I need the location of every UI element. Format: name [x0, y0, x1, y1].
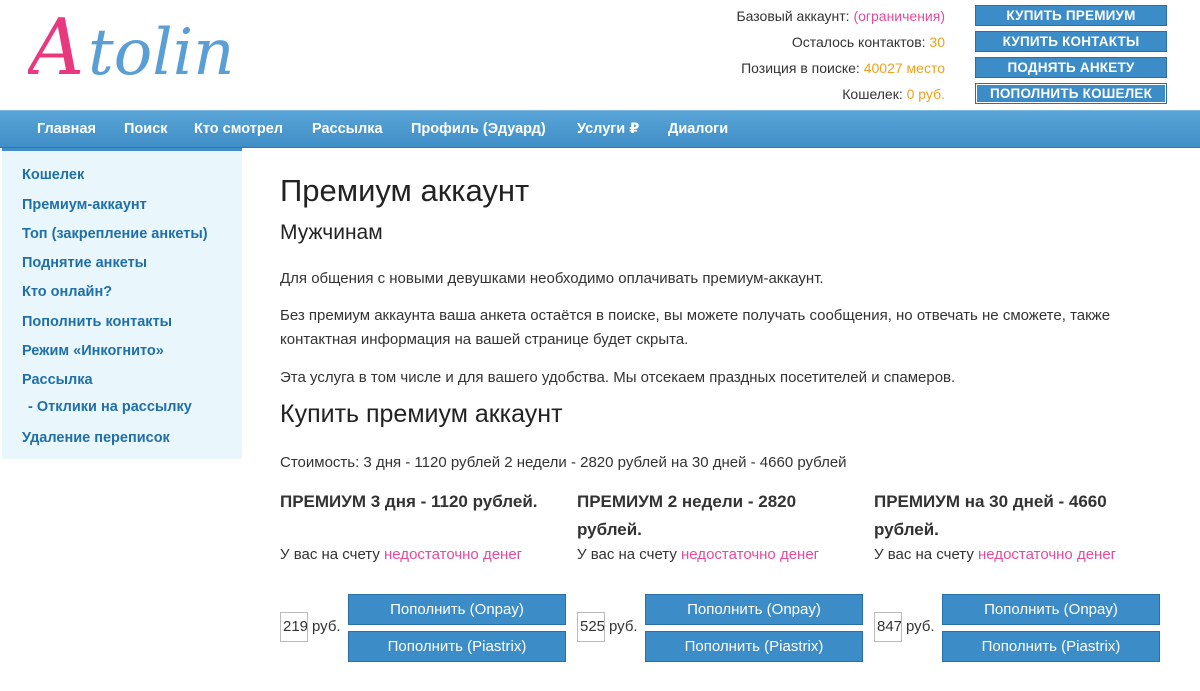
- pay-piastrix-button[interactable]: Пополнить (Piastrix): [348, 631, 566, 662]
- nav-home[interactable]: Главная: [37, 121, 96, 137]
- amount-input[interactable]: 219: [280, 612, 308, 642]
- wallet-row: Кошелек: 0 руб. ПОПОЛНИТЬ КОШЕЛЕК: [560, 83, 1200, 107]
- raise-profile-button[interactable]: ПОДНЯТЬ АНКЕТУ: [975, 57, 1167, 78]
- restrictions-paragraph: Без премиум аккаунта ваша анкета остаётс…: [280, 307, 1111, 348]
- pay-onpay-button[interactable]: Пополнить (Onpay): [942, 594, 1160, 625]
- currency-label: руб.: [609, 618, 638, 635]
- sidebar: Кошелек Премиум-аккаунт Топ (закрепление…: [2, 148, 242, 459]
- payment-row-30-days: 847 руб. Пополнить (Onpay) Пополнить (Pi…: [874, 594, 1169, 666]
- intro-paragraph: Для общения с новыми девушками необходим…: [280, 270, 824, 287]
- buy-premium-button[interactable]: КУПИТЬ ПРЕМИУМ: [975, 5, 1167, 26]
- sidebar-item-raise[interactable]: Поднятие анкеты: [22, 255, 147, 271]
- atolin-logo[interactable]: A tolin: [28, 2, 328, 94]
- sidebar-item-online[interactable]: Кто онлайн?: [22, 284, 112, 300]
- payment-row-2-weeks: 525 руб. Пополнить (Onpay) Пополнить (Pi…: [577, 594, 872, 666]
- nav-dialogs[interactable]: Диалоги: [668, 121, 728, 137]
- benefit-paragraph: Эта услуга в том числе и для вашего удоб…: [280, 369, 956, 386]
- sidebar-item-premium[interactable]: Премиум-аккаунт: [22, 197, 147, 213]
- nav-services[interactable]: Услуги ₽: [577, 121, 639, 137]
- offer-2-weeks: ПРЕМИУМ 2 недели - 2820 рублей. У вас на…: [577, 488, 837, 563]
- limitations-link[interactable]: (ограничения): [853, 8, 945, 24]
- nav-visitors[interactable]: Кто смотрел: [194, 121, 283, 137]
- amount-input[interactable]: 525: [577, 612, 605, 642]
- sidebar-item-contacts[interactable]: Пополнить контакты: [22, 314, 172, 330]
- svg-text:A: A: [28, 3, 84, 93]
- offer-title: ПРЕМИУМ 3 дня - 1120 рублей.: [280, 492, 538, 511]
- buy-contacts-button[interactable]: КУПИТЬ КОНТАКТЫ: [975, 31, 1167, 52]
- currency-label: руб.: [312, 618, 341, 635]
- sidebar-item-delete-chats[interactable]: Удаление переписок: [22, 430, 170, 446]
- offer-title: ПРЕМИУМ 2 недели - 2820 рублей.: [577, 492, 797, 539]
- sidebar-item-incognito[interactable]: Режим «Инкогнито»: [22, 343, 164, 359]
- cost-line: Стоимость: 3 дня - 1120 рублей 2 недели …: [280, 454, 847, 471]
- pay-piastrix-button[interactable]: Пополнить (Piastrix): [942, 631, 1160, 662]
- amount-input[interactable]: 847: [874, 612, 902, 642]
- header: A tolin Базовый аккаунт: (ограничения) К…: [0, 0, 1200, 108]
- balance-status: У вас на счету недостаточно денег: [577, 546, 820, 563]
- page-title: Премиум аккаунт: [280, 173, 530, 208]
- offer-30-days: ПРЕМИУМ на 30 дней - 4660 рублей. У вас …: [874, 488, 1154, 563]
- sidebar-item-top[interactable]: Топ (закрепление анкеты): [22, 226, 208, 242]
- search-position-row: Позиция в поиске: 40027 место ПОДНЯТЬ АН…: [560, 57, 1200, 81]
- payment-row-3-days: 219 руб. Пополнить (Onpay) Пополнить (Pi…: [280, 594, 575, 666]
- offer-3-days: ПРЕМИУМ 3 дня - 1120 рублей. У вас на сч…: [280, 488, 570, 563]
- nav-mailing[interactable]: Рассылка: [312, 121, 383, 137]
- main-navbar: Главная Поиск Кто смотрел Рассылка Профи…: [0, 110, 1200, 148]
- svg-text:tolin: tolin: [88, 16, 234, 90]
- balance-status: У вас на счету недостаточно денег: [874, 546, 1117, 563]
- buy-section-title: Купить премиум аккаунт: [280, 400, 563, 428]
- currency-label: руб.: [906, 618, 935, 635]
- section-subtitle: Мужчинам: [280, 221, 383, 244]
- top-up-wallet-button[interactable]: ПОПОЛНИТЬ КОШЕЛЕК: [975, 83, 1167, 104]
- contacts-row: Осталось контактов: 30 КУПИТЬ КОНТАКТЫ: [560, 31, 1200, 55]
- account-status-row: Базовый аккаунт: (ограничения) КУПИТЬ ПР…: [560, 5, 1200, 29]
- offer-title: ПРЕМИУМ на 30 дней - 4660 рублей.: [874, 492, 1107, 539]
- balance-status: У вас на счету недостаточно денег: [280, 546, 523, 563]
- nav-profile[interactable]: Профиль (Эдуард): [411, 121, 546, 137]
- pay-onpay-button[interactable]: Пополнить (Onpay): [645, 594, 863, 625]
- nav-search[interactable]: Поиск: [124, 121, 168, 137]
- pay-piastrix-button[interactable]: Пополнить (Piastrix): [645, 631, 863, 662]
- sidebar-item-wallet[interactable]: Кошелек: [22, 167, 84, 183]
- sidebar-item-mailing-replies[interactable]: - Отклики на рассылку: [28, 399, 192, 415]
- sidebar-item-mailing[interactable]: Рассылка: [22, 372, 93, 388]
- pay-onpay-button[interactable]: Пополнить (Onpay): [348, 594, 566, 625]
